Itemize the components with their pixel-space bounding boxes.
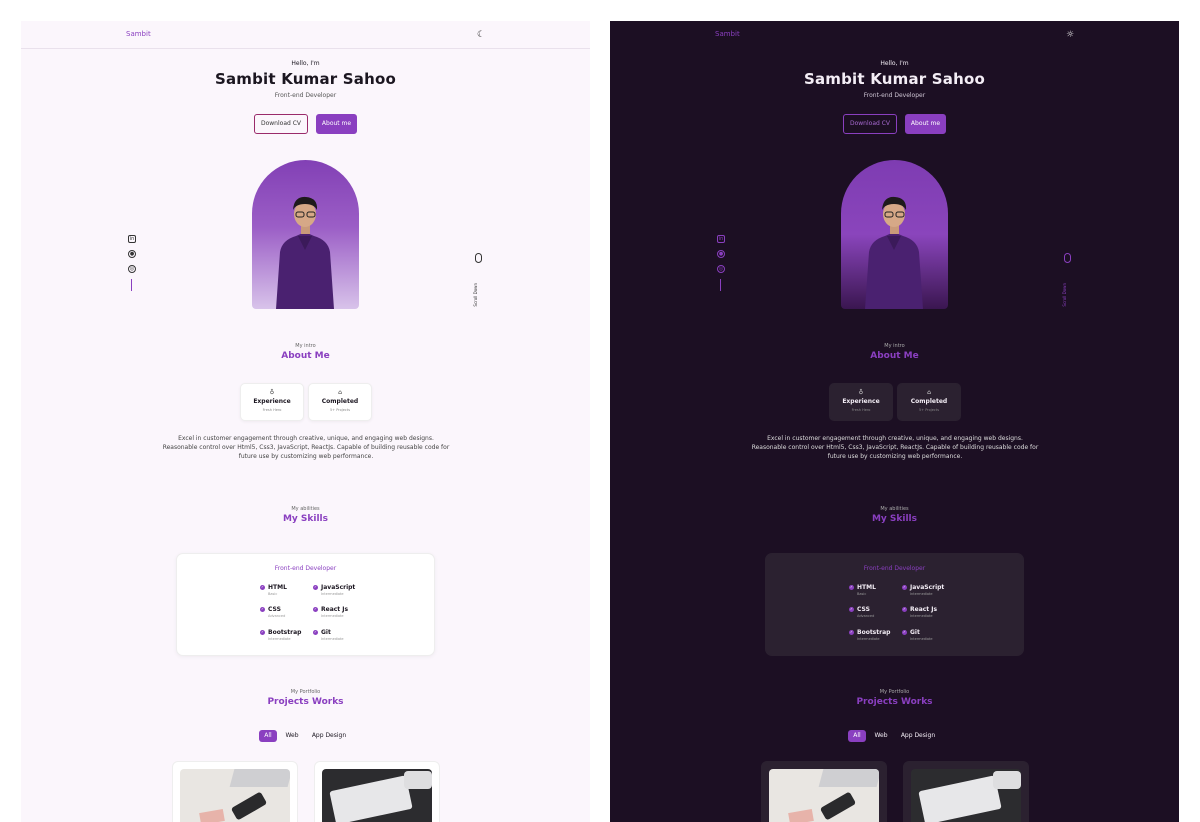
card-title: Completed (910, 398, 948, 405)
award-icon: ♁ (858, 389, 864, 396)
skills-title: My Skills (871, 514, 918, 524)
card-sub: 5+ Projects (918, 408, 940, 412)
portfolio-title: Projects Works (856, 697, 933, 707)
greeting: Hello, I'm (291, 60, 320, 67)
card-sub: Fresh Hero (851, 408, 871, 412)
award-icon: ♁ (269, 389, 275, 396)
completed-card: ⌂ Completed 5+ Projects (897, 383, 961, 421)
github-icon[interactable]: ● (717, 250, 725, 258)
skills-title: My Skills (282, 514, 329, 524)
person-illustration (865, 196, 923, 309)
linkedin-icon[interactable]: in (717, 235, 725, 243)
download-cv-button[interactable]: Download CV (254, 114, 308, 134)
about-subtitle: My intro (295, 343, 316, 349)
role-subtitle: Front-end Developer (274, 92, 337, 99)
role-subtitle: Front-end Developer (863, 92, 926, 99)
about-title: About Me (870, 351, 919, 361)
about-title: About Me (281, 351, 330, 361)
mouse-icon[interactable] (475, 253, 482, 263)
briefcase-icon: ⌂ (338, 389, 342, 396)
social-divider (720, 279, 721, 291)
skills-card-title: Front-end Developer (863, 565, 926, 572)
card-title: Experience (253, 398, 291, 405)
project-image-desk (180, 769, 290, 822)
check-icon: ✓ (313, 585, 318, 590)
briefcase-icon: ⌂ (927, 389, 931, 396)
project-card[interactable] (314, 761, 440, 822)
project-card[interactable] (172, 761, 298, 822)
check-icon: ✓ (260, 607, 265, 612)
moon-icon[interactable]: ☾ (475, 29, 487, 41)
skills-card: Front-end Developer ✓ HTML Basic ✓ JavaScri… (176, 553, 435, 656)
github-icon[interactable]: ● (128, 250, 136, 258)
about-me-button[interactable]: About me (905, 114, 946, 134)
page-title: Sambit Kumar Sahoo (803, 70, 986, 88)
portfolio-subtitle: My Portfolio (290, 689, 321, 695)
check-icon: ✓ (313, 607, 318, 612)
profile-photo (841, 160, 948, 309)
dribbble-icon[interactable]: ◎ (128, 265, 136, 273)
about-description: Excel in customer engagement through cre… (751, 435, 1039, 460)
about-subtitle: My intro (884, 343, 905, 349)
scroll-down-label[interactable]: Scroll Down (1062, 283, 1067, 307)
project-image-keyboard (322, 769, 432, 822)
dark-theme-pane: Sambit ☼ Hello, I'm Sambit Kumar Sahoo F… (610, 21, 1179, 822)
check-icon: ✓ (902, 630, 907, 635)
filter-all[interactable]: All (259, 730, 277, 742)
portfolio-subtitle: My Portfolio (879, 689, 910, 695)
navbar: Sambit ☼ (610, 21, 1179, 49)
linkedin-icon[interactable]: in (128, 235, 136, 243)
portfolio-title: Projects Works (267, 697, 344, 707)
check-icon: ✓ (260, 585, 265, 590)
person-illustration (276, 196, 334, 309)
logo[interactable]: Sambit (126, 30, 151, 38)
card-sub: 5+ Projects (329, 408, 351, 412)
logo[interactable]: Sambit (715, 30, 740, 38)
card-sub: Fresh Hero (262, 408, 282, 412)
profile-photo (252, 160, 359, 309)
social-divider (131, 279, 132, 291)
check-icon: ✓ (260, 630, 265, 635)
skills-card-title: Front-end Developer (274, 565, 337, 572)
filter-all[interactable]: All (848, 730, 866, 742)
page-title: Sambit Kumar Sahoo (214, 70, 397, 88)
about-me-button[interactable]: About me (316, 114, 357, 134)
experience-card: ♁ Experience Fresh Hero (829, 383, 893, 421)
card-title: Completed (321, 398, 359, 405)
project-card[interactable] (903, 761, 1029, 822)
check-icon: ✓ (902, 607, 907, 612)
skills-subtitle: My abilities (880, 506, 909, 512)
check-icon: ✓ (849, 630, 854, 635)
download-cv-button[interactable]: Download CV (843, 114, 897, 134)
light-theme-pane: Sambit ☾ Hello, I'm Sambit Kumar Sahoo F… (21, 21, 590, 822)
filter-web[interactable]: Web (872, 730, 890, 742)
filter-web[interactable]: Web (283, 730, 301, 742)
project-image-desk (769, 769, 879, 822)
card-title: Experience (842, 398, 880, 405)
check-icon: ✓ (902, 585, 907, 590)
dribbble-icon[interactable]: ◎ (717, 265, 725, 273)
project-image-keyboard (911, 769, 1021, 822)
skills-subtitle: My abilities (291, 506, 320, 512)
check-icon: ✓ (849, 607, 854, 612)
mouse-icon[interactable] (1064, 253, 1071, 263)
about-description: Excel in customer engagement through cre… (162, 435, 450, 460)
check-icon: ✓ (849, 585, 854, 590)
navbar: Sambit ☾ (21, 21, 590, 49)
filter-app-design[interactable]: App Design (310, 730, 348, 742)
sun-icon[interactable]: ☼ (1064, 29, 1076, 41)
experience-card: ♁ Experience Fresh Hero (240, 383, 304, 421)
scroll-down-label[interactable]: Scroll Down (473, 283, 478, 307)
check-icon: ✓ (313, 630, 318, 635)
completed-card: ⌂ Completed 5+ Projects (308, 383, 372, 421)
greeting: Hello, I'm (880, 60, 909, 67)
skills-card: Front-end Developer ✓ HTML Basic ✓ JavaScri… (765, 553, 1024, 656)
filter-app-design[interactable]: App Design (899, 730, 937, 742)
project-card[interactable] (761, 761, 887, 822)
